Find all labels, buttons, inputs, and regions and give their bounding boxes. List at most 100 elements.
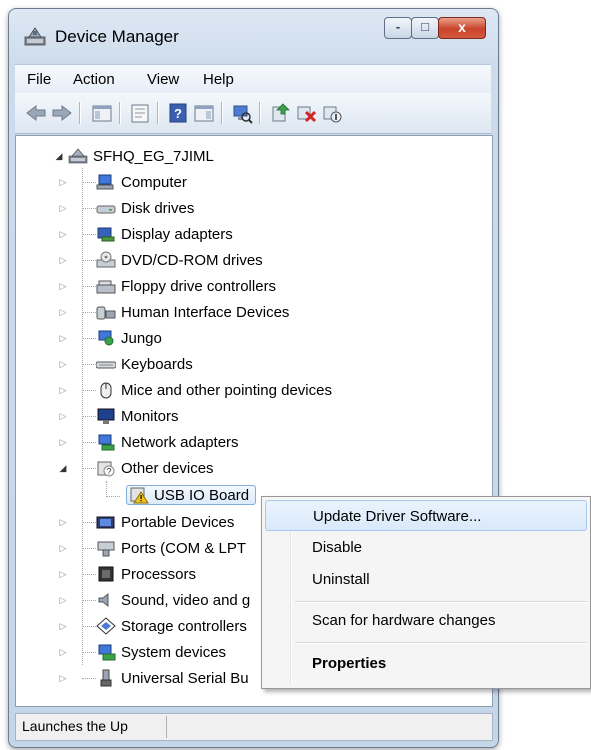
tree-category-node[interactable]: ▷ Storage controllers xyxy=(60,614,247,638)
status-bar: Launches the Up xyxy=(15,713,493,741)
tree-guide-line xyxy=(82,548,96,549)
root-label: SFHQ_EG_7JIML xyxy=(93,147,214,165)
context-item-uninstall[interactable]: Uninstall xyxy=(265,564,587,595)
collapse-arrow-icon[interactable]: ◢ xyxy=(54,151,64,161)
expand-arrow-icon[interactable]: ▷ xyxy=(58,281,68,291)
toolbar-separator xyxy=(157,102,158,124)
context-menu-separator xyxy=(295,642,587,643)
tree-guide-line xyxy=(82,522,96,523)
tree-node-label: Processors xyxy=(121,565,197,583)
forward-icon[interactable] xyxy=(51,102,73,124)
tree-node-label: Disk drives xyxy=(121,199,195,217)
expand-arrow-icon[interactable]: ▷ xyxy=(58,333,68,343)
expand-arrow-icon[interactable]: ▷ xyxy=(58,411,68,421)
title-bar[interactable]: Device Manager - □ x xyxy=(9,9,498,59)
tree-category-node[interactable]: ▷ Sound, video and g xyxy=(60,588,251,612)
tree-category-node[interactable]: ▷ Keyboards xyxy=(60,352,193,376)
expand-arrow-icon[interactable]: ▷ xyxy=(58,437,68,447)
svg-text:?: ? xyxy=(106,467,111,477)
tree-node-label: Floppy drive controllers xyxy=(121,277,277,295)
tree-guide-line xyxy=(106,496,120,497)
monitor-icon xyxy=(97,408,115,424)
expand-arrow-icon[interactable]: ▷ xyxy=(58,359,68,369)
tree-category-node[interactable]: ▷ Portable Devices xyxy=(60,510,235,534)
context-item-properties[interactable]: Properties xyxy=(265,648,587,679)
disk-drive-icon xyxy=(96,205,116,214)
tree-category-node[interactable]: ▷ Floppy drive controllers xyxy=(60,274,277,298)
action-pane-icon[interactable] xyxy=(193,102,215,124)
menu-action[interactable]: Action xyxy=(73,71,115,88)
expand-arrow-icon[interactable]: ▷ xyxy=(58,307,68,317)
mouse-icon xyxy=(100,382,112,399)
port-icon xyxy=(97,541,115,557)
expand-arrow-icon[interactable]: ▷ xyxy=(58,203,68,213)
toolbar-separator xyxy=(79,102,80,124)
collapse-arrow-icon[interactable]: ◢ xyxy=(58,463,68,473)
processor-icon xyxy=(98,566,114,582)
tree-category-node[interactable]: ▷ Disk drives xyxy=(60,196,195,220)
toolbar: ? xyxy=(15,93,491,134)
tree-guide-line xyxy=(82,416,96,417)
expand-arrow-icon[interactable]: ▷ xyxy=(58,673,68,683)
floppy-controller-icon xyxy=(96,280,116,294)
expand-arrow-icon[interactable]: ▷ xyxy=(58,177,68,187)
toolbar-separator xyxy=(221,102,222,124)
tree-node-label: Mice and other pointing devices xyxy=(121,381,332,399)
tree-category-node[interactable]: ▷ Mice and other pointing devices xyxy=(60,378,332,402)
tree-root-node[interactable]: ◢ SFHQ_EG_7JIML xyxy=(54,144,214,168)
tree-guide-line xyxy=(82,260,96,261)
tree-guide-line xyxy=(82,182,96,183)
expand-arrow-icon[interactable]: ▷ xyxy=(58,229,68,239)
help-icon[interactable]: ? xyxy=(167,102,189,124)
toolbar-separator xyxy=(119,102,120,124)
maximize-button[interactable]: □ xyxy=(411,17,439,39)
close-button[interactable]: x xyxy=(438,17,486,39)
toolbar-separator xyxy=(259,102,260,124)
tree-category-node[interactable]: ▷ Processors xyxy=(60,562,197,586)
tree-category-node[interactable]: ▷ Display adapters xyxy=(60,222,233,246)
tree-guide-line xyxy=(82,234,96,235)
expand-arrow-icon[interactable]: ▷ xyxy=(58,595,68,605)
context-item-disable[interactable]: Disable xyxy=(265,532,587,563)
tree-category-node[interactable]: ▷ Ports (COM & LPT xyxy=(60,536,246,560)
expand-arrow-icon[interactable]: ▷ xyxy=(58,255,68,265)
scan-hardware-icon[interactable] xyxy=(231,102,253,124)
menu-view[interactable]: View xyxy=(147,71,179,88)
expand-arrow-icon[interactable]: ▷ xyxy=(58,569,68,579)
tree-category-node[interactable]: ▷ Network adapters xyxy=(60,430,239,454)
tree-guide-line xyxy=(82,338,96,339)
computer-root-icon xyxy=(68,148,88,164)
tree-guide-line xyxy=(82,364,96,365)
uninstall-icon[interactable] xyxy=(295,102,317,124)
tree-category-node[interactable]: ▷ Universal Serial Bu xyxy=(60,666,249,690)
disable-icon[interactable] xyxy=(321,102,343,124)
menu-help[interactable]: Help xyxy=(203,71,234,88)
back-icon[interactable] xyxy=(25,102,47,124)
update-driver-icon[interactable] xyxy=(269,102,291,124)
tree-category-node[interactable]: ▷ System devices xyxy=(60,640,227,664)
menu-bar: File Action View Help xyxy=(15,64,491,93)
selected-device-highlight[interactable]: USB IO Board xyxy=(126,485,257,505)
menu-file[interactable]: File xyxy=(27,71,51,88)
tree-category-node[interactable]: ▷ Human Interface Devices xyxy=(60,300,290,324)
expand-arrow-icon[interactable]: ▷ xyxy=(58,385,68,395)
expand-arrow-icon[interactable]: ▷ xyxy=(58,647,68,657)
system-device-icon xyxy=(98,644,116,661)
tree-category-node[interactable]: ▷ Monitors xyxy=(60,404,179,428)
tree-device-node[interactable]: USB IO Board xyxy=(108,483,257,507)
tree-node-label: System devices xyxy=(121,643,227,661)
device-manager-app-icon xyxy=(24,27,46,46)
expand-arrow-icon[interactable]: ▷ xyxy=(58,621,68,631)
tree-category-node[interactable]: ▷ Jungo xyxy=(60,326,162,350)
expand-arrow-icon[interactable]: ▷ xyxy=(58,517,68,527)
properties-icon[interactable] xyxy=(129,102,151,124)
tree-category-node[interactable]: ▷ DVD/CD-ROM drives xyxy=(60,248,263,272)
context-item-update-driver[interactable]: Update Driver Software... xyxy=(265,500,587,531)
tree-node-label: Universal Serial Bu xyxy=(121,669,249,687)
minimize-button[interactable]: - xyxy=(384,17,412,39)
tree-category-node[interactable]: ◢? Other devices xyxy=(60,456,214,480)
show-hide-console-tree-icon[interactable] xyxy=(91,102,113,124)
expand-arrow-icon[interactable]: ▷ xyxy=(58,543,68,553)
tree-category-node[interactable]: ▷ Computer xyxy=(60,170,187,194)
context-item-scan-hardware[interactable]: Scan for hardware changes xyxy=(265,605,587,636)
